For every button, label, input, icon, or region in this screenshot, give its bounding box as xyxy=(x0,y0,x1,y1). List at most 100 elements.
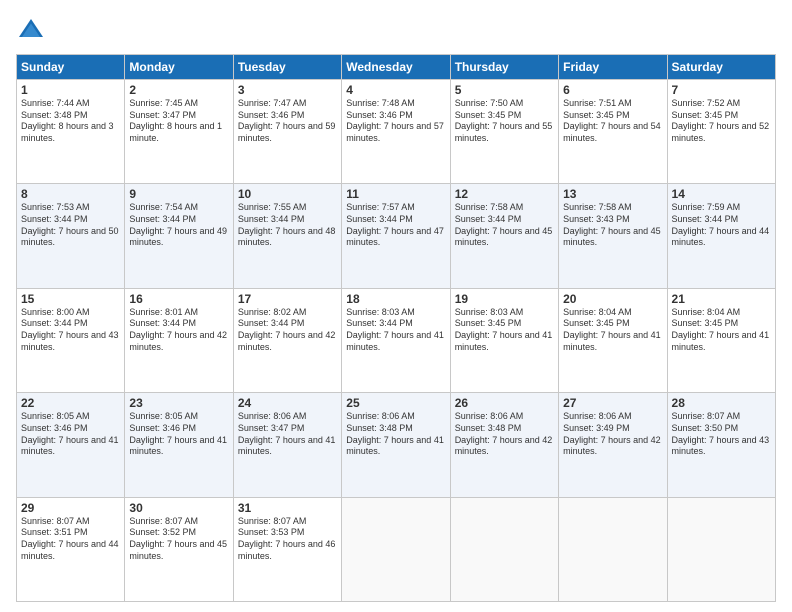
calendar-header-row: SundayMondayTuesdayWednesdayThursdayFrid… xyxy=(17,55,776,80)
day-info: Sunrise: 8:03 AM Sunset: 3:44 PM Dayligh… xyxy=(346,307,445,354)
calendar-day-cell: 18 Sunrise: 8:03 AM Sunset: 3:44 PM Dayl… xyxy=(342,288,450,392)
calendar-day-cell: 13 Sunrise: 7:58 AM Sunset: 3:43 PM Dayl… xyxy=(559,184,667,288)
weekday-header: Friday xyxy=(559,55,667,80)
calendar-day-cell: 9 Sunrise: 7:54 AM Sunset: 3:44 PM Dayli… xyxy=(125,184,233,288)
day-number: 13 xyxy=(563,187,662,201)
day-number: 8 xyxy=(21,187,120,201)
logo xyxy=(16,16,50,46)
calendar-day-cell xyxy=(342,497,450,601)
day-number: 1 xyxy=(21,83,120,97)
day-number: 31 xyxy=(238,501,337,515)
calendar-day-cell: 2 Sunrise: 7:45 AM Sunset: 3:47 PM Dayli… xyxy=(125,80,233,184)
page: SundayMondayTuesdayWednesdayThursdayFrid… xyxy=(0,0,792,612)
calendar-day-cell xyxy=(450,497,558,601)
day-number: 3 xyxy=(238,83,337,97)
day-number: 19 xyxy=(455,292,554,306)
day-number: 25 xyxy=(346,396,445,410)
day-number: 12 xyxy=(455,187,554,201)
day-info: Sunrise: 7:59 AM Sunset: 3:44 PM Dayligh… xyxy=(672,202,771,249)
weekday-header: Thursday xyxy=(450,55,558,80)
calendar-day-cell: 6 Sunrise: 7:51 AM Sunset: 3:45 PM Dayli… xyxy=(559,80,667,184)
day-number: 18 xyxy=(346,292,445,306)
day-info: Sunrise: 7:57 AM Sunset: 3:44 PM Dayligh… xyxy=(346,202,445,249)
day-info: Sunrise: 7:54 AM Sunset: 3:44 PM Dayligh… xyxy=(129,202,228,249)
calendar-day-cell: 15 Sunrise: 8:00 AM Sunset: 3:44 PM Dayl… xyxy=(17,288,125,392)
day-number: 2 xyxy=(129,83,228,97)
day-info: Sunrise: 7:58 AM Sunset: 3:44 PM Dayligh… xyxy=(455,202,554,249)
day-info: Sunrise: 7:45 AM Sunset: 3:47 PM Dayligh… xyxy=(129,98,228,145)
calendar-day-cell: 12 Sunrise: 7:58 AM Sunset: 3:44 PM Dayl… xyxy=(450,184,558,288)
calendar-day-cell: 24 Sunrise: 8:06 AM Sunset: 3:47 PM Dayl… xyxy=(233,393,341,497)
day-info: Sunrise: 8:07 AM Sunset: 3:50 PM Dayligh… xyxy=(672,411,771,458)
day-info: Sunrise: 7:58 AM Sunset: 3:43 PM Dayligh… xyxy=(563,202,662,249)
day-info: Sunrise: 8:06 AM Sunset: 3:49 PM Dayligh… xyxy=(563,411,662,458)
calendar-day-cell xyxy=(559,497,667,601)
day-info: Sunrise: 7:47 AM Sunset: 3:46 PM Dayligh… xyxy=(238,98,337,145)
calendar-day-cell: 3 Sunrise: 7:47 AM Sunset: 3:46 PM Dayli… xyxy=(233,80,341,184)
day-number: 16 xyxy=(129,292,228,306)
calendar-week-row: 22 Sunrise: 8:05 AM Sunset: 3:46 PM Dayl… xyxy=(17,393,776,497)
day-number: 22 xyxy=(21,396,120,410)
weekday-header: Sunday xyxy=(17,55,125,80)
day-number: 5 xyxy=(455,83,554,97)
calendar-day-cell: 11 Sunrise: 7:57 AM Sunset: 3:44 PM Dayl… xyxy=(342,184,450,288)
calendar-day-cell: 1 Sunrise: 7:44 AM Sunset: 3:48 PM Dayli… xyxy=(17,80,125,184)
day-info: Sunrise: 8:06 AM Sunset: 3:48 PM Dayligh… xyxy=(455,411,554,458)
calendar-day-cell: 28 Sunrise: 8:07 AM Sunset: 3:50 PM Dayl… xyxy=(667,393,775,497)
calendar-day-cell: 26 Sunrise: 8:06 AM Sunset: 3:48 PM Dayl… xyxy=(450,393,558,497)
weekday-header: Monday xyxy=(125,55,233,80)
day-number: 27 xyxy=(563,396,662,410)
day-info: Sunrise: 8:06 AM Sunset: 3:47 PM Dayligh… xyxy=(238,411,337,458)
day-number: 6 xyxy=(563,83,662,97)
day-number: 11 xyxy=(346,187,445,201)
calendar-week-row: 1 Sunrise: 7:44 AM Sunset: 3:48 PM Dayli… xyxy=(17,80,776,184)
calendar-day-cell: 4 Sunrise: 7:48 AM Sunset: 3:46 PM Dayli… xyxy=(342,80,450,184)
calendar-day-cell: 17 Sunrise: 8:02 AM Sunset: 3:44 PM Dayl… xyxy=(233,288,341,392)
day-number: 23 xyxy=(129,396,228,410)
calendar-day-cell: 8 Sunrise: 7:53 AM Sunset: 3:44 PM Dayli… xyxy=(17,184,125,288)
calendar-day-cell: 31 Sunrise: 8:07 AM Sunset: 3:53 PM Dayl… xyxy=(233,497,341,601)
day-info: Sunrise: 8:05 AM Sunset: 3:46 PM Dayligh… xyxy=(21,411,120,458)
logo-icon xyxy=(16,16,46,46)
day-number: 4 xyxy=(346,83,445,97)
day-info: Sunrise: 8:04 AM Sunset: 3:45 PM Dayligh… xyxy=(563,307,662,354)
day-info: Sunrise: 7:44 AM Sunset: 3:48 PM Dayligh… xyxy=(21,98,120,145)
day-info: Sunrise: 8:03 AM Sunset: 3:45 PM Dayligh… xyxy=(455,307,554,354)
calendar-day-cell: 22 Sunrise: 8:05 AM Sunset: 3:46 PM Dayl… xyxy=(17,393,125,497)
day-number: 21 xyxy=(672,292,771,306)
day-number: 14 xyxy=(672,187,771,201)
day-info: Sunrise: 8:00 AM Sunset: 3:44 PM Dayligh… xyxy=(21,307,120,354)
calendar-day-cell: 23 Sunrise: 8:05 AM Sunset: 3:46 PM Dayl… xyxy=(125,393,233,497)
day-number: 10 xyxy=(238,187,337,201)
day-info: Sunrise: 7:48 AM Sunset: 3:46 PM Dayligh… xyxy=(346,98,445,145)
day-number: 28 xyxy=(672,396,771,410)
day-info: Sunrise: 8:07 AM Sunset: 3:52 PM Dayligh… xyxy=(129,516,228,563)
calendar-day-cell: 14 Sunrise: 7:59 AM Sunset: 3:44 PM Dayl… xyxy=(667,184,775,288)
calendar-day-cell: 16 Sunrise: 8:01 AM Sunset: 3:44 PM Dayl… xyxy=(125,288,233,392)
calendar-week-row: 15 Sunrise: 8:00 AM Sunset: 3:44 PM Dayl… xyxy=(17,288,776,392)
calendar-day-cell: 27 Sunrise: 8:06 AM Sunset: 3:49 PM Dayl… xyxy=(559,393,667,497)
weekday-header: Saturday xyxy=(667,55,775,80)
day-number: 26 xyxy=(455,396,554,410)
day-info: Sunrise: 8:05 AM Sunset: 3:46 PM Dayligh… xyxy=(129,411,228,458)
weekday-header: Wednesday xyxy=(342,55,450,80)
calendar-day-cell: 19 Sunrise: 8:03 AM Sunset: 3:45 PM Dayl… xyxy=(450,288,558,392)
day-number: 7 xyxy=(672,83,771,97)
day-info: Sunrise: 7:50 AM Sunset: 3:45 PM Dayligh… xyxy=(455,98,554,145)
day-number: 9 xyxy=(129,187,228,201)
header xyxy=(16,16,776,46)
day-number: 30 xyxy=(129,501,228,515)
day-info: Sunrise: 8:07 AM Sunset: 3:53 PM Dayligh… xyxy=(238,516,337,563)
day-info: Sunrise: 8:06 AM Sunset: 3:48 PM Dayligh… xyxy=(346,411,445,458)
day-info: Sunrise: 7:51 AM Sunset: 3:45 PM Dayligh… xyxy=(563,98,662,145)
day-info: Sunrise: 7:52 AM Sunset: 3:45 PM Dayligh… xyxy=(672,98,771,145)
day-number: 29 xyxy=(21,501,120,515)
calendar-day-cell: 20 Sunrise: 8:04 AM Sunset: 3:45 PM Dayl… xyxy=(559,288,667,392)
calendar-day-cell: 25 Sunrise: 8:06 AM Sunset: 3:48 PM Dayl… xyxy=(342,393,450,497)
day-info: Sunrise: 8:01 AM Sunset: 3:44 PM Dayligh… xyxy=(129,307,228,354)
calendar-day-cell: 21 Sunrise: 8:04 AM Sunset: 3:45 PM Dayl… xyxy=(667,288,775,392)
day-info: Sunrise: 7:53 AM Sunset: 3:44 PM Dayligh… xyxy=(21,202,120,249)
calendar-week-row: 8 Sunrise: 7:53 AM Sunset: 3:44 PM Dayli… xyxy=(17,184,776,288)
day-info: Sunrise: 7:55 AM Sunset: 3:44 PM Dayligh… xyxy=(238,202,337,249)
day-info: Sunrise: 8:02 AM Sunset: 3:44 PM Dayligh… xyxy=(238,307,337,354)
